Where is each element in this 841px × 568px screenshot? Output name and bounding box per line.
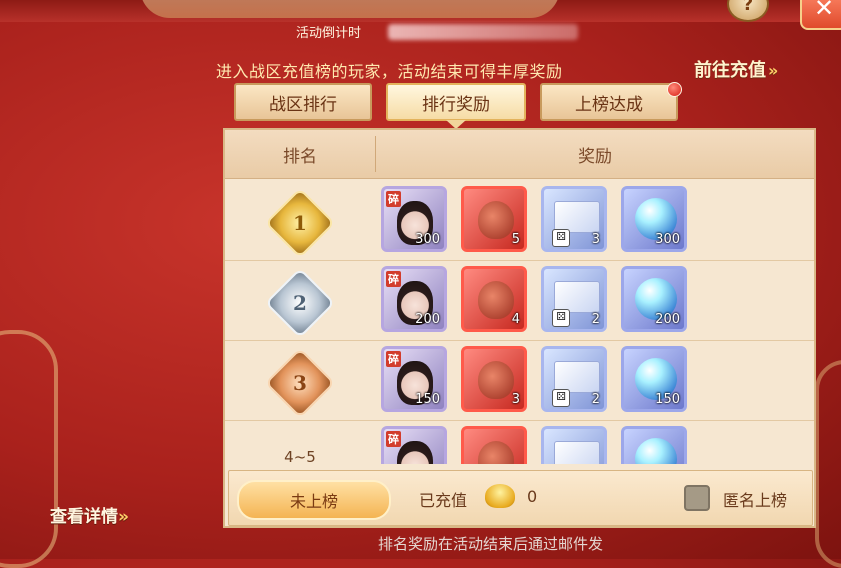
- anonymous-label[interactable]: 匿名上榜: [723, 487, 787, 511]
- fragment-tag: 碎: [386, 271, 401, 287]
- fragment-tag: 碎: [386, 351, 401, 367]
- rank-number: 2: [293, 291, 307, 315]
- column-header-rank: 排名: [283, 146, 317, 167]
- status-bar: 未上榜 已充值 0 匿名上榜: [228, 470, 813, 526]
- pouch-shape: [478, 441, 514, 464]
- rank-medal-icon: 3: [264, 347, 336, 419]
- dice-icon: ⚄: [552, 389, 570, 407]
- goto-recharge-button[interactable]: 前往充值»: [694, 56, 778, 82]
- top-ornament: [140, 0, 560, 18]
- right-ornament: [815, 360, 841, 568]
- hero-fragment-icon[interactable]: 碎 300: [381, 186, 447, 252]
- item-quantity: 300: [655, 232, 680, 247]
- tab-ranking-rewards[interactable]: 排行奖励: [386, 83, 526, 121]
- item-quantity: 4: [511, 312, 520, 327]
- dice-icon: ⚄: [552, 229, 570, 247]
- red-pouch-icon[interactable]: 3: [461, 346, 527, 412]
- gold-ingot-icon: [485, 484, 515, 508]
- rank-number: 1: [293, 211, 307, 235]
- fragment-tag: 碎: [386, 191, 401, 207]
- countdown-label: 活动倒计时: [296, 26, 362, 41]
- table-header: 排名 奖励: [225, 130, 814, 179]
- dice-icon: ⚄: [552, 309, 570, 327]
- pouch-shape: [478, 201, 514, 239]
- table-row: 4~5 碎 ⚄: [225, 420, 814, 464]
- table-row: 1 碎 300 5 ⚄ 3 300: [225, 180, 814, 261]
- gift-box-icon[interactable]: ⚄: [541, 426, 607, 464]
- pouch-shape: [478, 361, 514, 399]
- rank-medal-icon: 1: [264, 187, 336, 259]
- item-quantity: 200: [415, 312, 440, 327]
- left-ornament: [0, 330, 58, 568]
- view-details-button[interactable]: 查看详情»: [50, 502, 129, 527]
- hero-portrait: [397, 441, 433, 464]
- item-quantity: 150: [655, 392, 680, 407]
- hero-fragment-icon[interactable]: 碎 150: [381, 346, 447, 412]
- fragment-tag: 碎: [386, 431, 401, 447]
- anonymous-checkbox[interactable]: [684, 485, 710, 511]
- item-quantity: 5: [511, 232, 520, 247]
- item-quantity: 150: [415, 392, 440, 407]
- intro-text: 进入战区充值榜的玩家，活动结束可得丰厚奖励: [216, 62, 563, 81]
- table-row: 3 碎 150 3 ⚄ 2 150: [225, 340, 814, 421]
- orb-shape: [635, 438, 677, 464]
- recharged-label: 已充值: [419, 491, 468, 510]
- recharged-value: 0: [527, 487, 538, 506]
- goto-recharge-label: 前往充值: [694, 60, 766, 81]
- pouch-shape: [478, 281, 514, 319]
- not-ranked-button[interactable]: 未上榜: [237, 480, 391, 520]
- view-details-label: 查看详情: [50, 507, 118, 527]
- gift-shape: [554, 441, 600, 464]
- crystal-orb-icon[interactable]: 150: [621, 346, 687, 412]
- footer-note: 排名奖励在活动结束后通过邮件发: [378, 535, 604, 553]
- gift-box-icon[interactable]: ⚄ 2: [541, 266, 607, 332]
- rank-medal-icon: 2: [264, 267, 336, 339]
- red-pouch-icon[interactable]: [461, 426, 527, 464]
- table-row: 2 碎 200 4 ⚄ 2 200: [225, 260, 814, 341]
- close-icon[interactable]: ✕: [800, 0, 841, 30]
- item-quantity: 200: [655, 312, 680, 327]
- double-chevron-right-icon: »: [118, 507, 129, 527]
- item-quantity: 300: [415, 232, 440, 247]
- rank-range: 4~5: [284, 448, 316, 464]
- countdown-value: [388, 24, 578, 40]
- gift-box-icon[interactable]: ⚄ 2: [541, 346, 607, 412]
- crystal-orb-icon[interactable]: [621, 426, 687, 464]
- rewards-panel: 排名 奖励 1 碎 300 5 ⚄ 3 300 2 碎 200 4 ⚄ 2 200 3 碎 150 3 ⚄ 2 150 4…: [223, 128, 816, 528]
- item-quantity: 3: [591, 232, 600, 247]
- hero-fragment-icon[interactable]: 碎: [381, 426, 447, 464]
- notification-badge: [667, 82, 682, 97]
- double-chevron-right-icon: »: [768, 61, 779, 80]
- hero-fragment-icon[interactable]: 碎 200: [381, 266, 447, 332]
- column-header-reward: 奖励: [578, 146, 612, 167]
- item-quantity: 2: [591, 312, 600, 327]
- gift-box-icon[interactable]: ⚄ 3: [541, 186, 607, 252]
- tab-zone-ranking[interactable]: 战区排行: [234, 83, 372, 121]
- tab-rank-achievement[interactable]: 上榜达成: [540, 83, 678, 121]
- rank-number: 3: [293, 371, 307, 395]
- red-pouch-icon[interactable]: 4: [461, 266, 527, 332]
- crystal-orb-icon[interactable]: 300: [621, 186, 687, 252]
- crystal-orb-icon[interactable]: 200: [621, 266, 687, 332]
- item-quantity: 3: [511, 392, 520, 407]
- red-pouch-icon[interactable]: 5: [461, 186, 527, 252]
- item-quantity: 2: [591, 392, 600, 407]
